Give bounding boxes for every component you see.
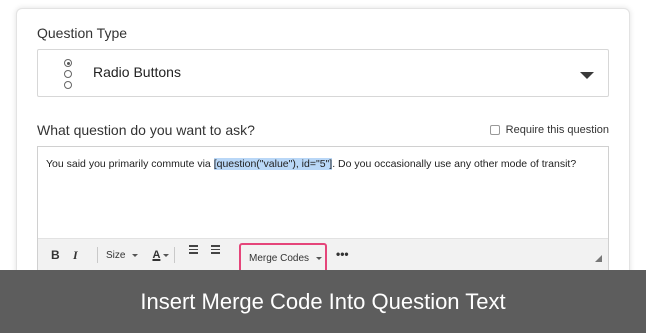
italic-button[interactable]: I <box>73 245 89 265</box>
caret-down-icon <box>132 253 139 257</box>
font-size-dropdown[interactable]: Size <box>106 245 139 265</box>
screenshot-stage: Question Type Radio Buttons What questio… <box>0 0 646 333</box>
text-color-icon: A <box>152 249 161 261</box>
bold-button[interactable]: B <box>51 245 73 265</box>
caption-banner: Insert Merge Code Into Question Text <box>0 270 646 333</box>
merge-code-token: [question("value"), id="5"] <box>213 158 333 170</box>
chevron-down-icon[interactable] <box>580 72 594 79</box>
question-type-select[interactable]: Radio Buttons <box>37 49 609 97</box>
question-type-value: Radio Buttons <box>93 64 181 80</box>
question-text-content[interactable]: You said you primarily commute via [ques… <box>46 156 602 173</box>
merge-codes-button[interactable]: Merge Codes <box>239 243 327 273</box>
font-size-label: Size <box>106 249 126 261</box>
bulleted-list-icon[interactable] <box>203 245 225 265</box>
require-question-toggle[interactable]: Require this question <box>489 124 609 136</box>
merge-codes-label: Merge Codes <box>249 252 310 264</box>
question-text-after: . Do you occasionally use any other mode… <box>332 158 577 170</box>
text-color-dropdown[interactable]: A <box>152 245 170 265</box>
caption-text: Insert Merge Code Into Question Text <box>140 288 506 314</box>
editor-toolbar: B I Size A Merge Codes ••• <box>38 238 608 273</box>
more-options-icon[interactable]: ••• <box>336 247 349 261</box>
toolbar-divider <box>97 247 98 263</box>
toolbar-divider <box>174 247 176 263</box>
require-question-checkbox[interactable] <box>489 125 500 135</box>
numbered-list-icon[interactable] <box>181 245 203 265</box>
radio-buttons-icon <box>62 57 74 91</box>
question-text-before: You said you primarily commute via <box>46 158 214 170</box>
question-type-label: Question Type <box>37 25 128 41</box>
resize-handle-icon[interactable] <box>595 255 602 262</box>
question-text-editor[interactable]: You said you primarily commute via [ques… <box>37 146 609 273</box>
caret-down-icon <box>163 253 170 257</box>
require-question-label: Require this question <box>505 124 609 136</box>
question-text-label: What question do you want to ask? <box>37 122 255 138</box>
caret-down-icon <box>316 256 323 260</box>
